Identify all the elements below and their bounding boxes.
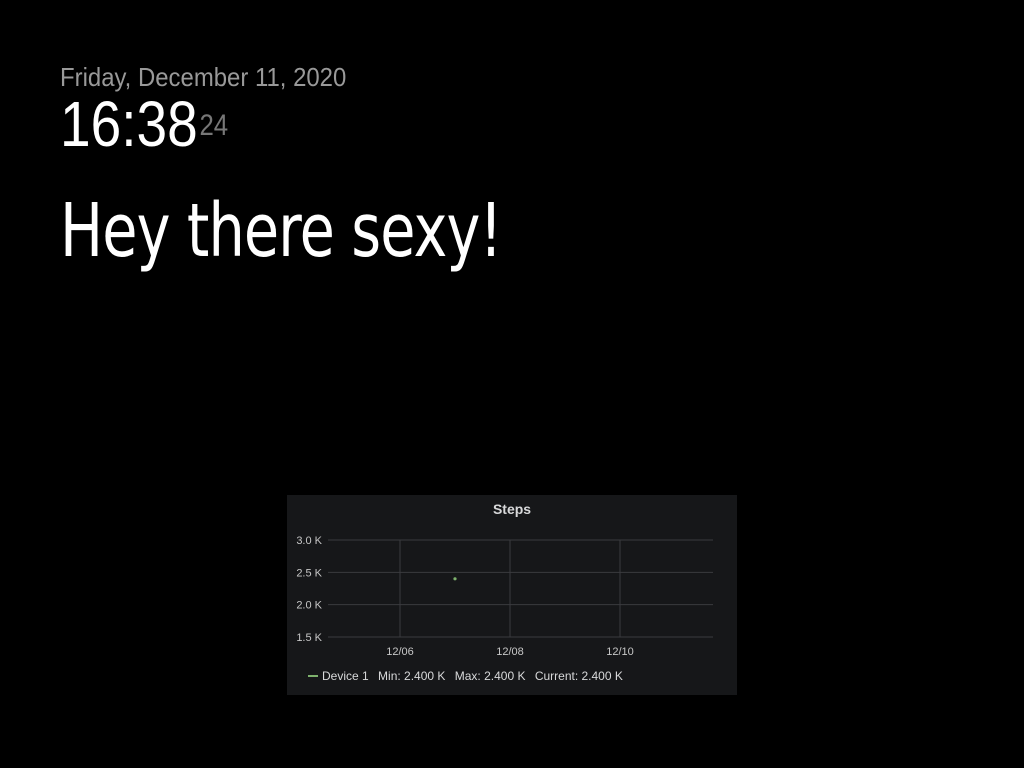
steps-chart: 3.0 K 2.5 K 2.0 K 1.5 K 12/06 12/08 12/10 [296, 535, 713, 658]
legend-current: Current: 2.400 K [534, 669, 623, 683]
steps-chart-panel: Steps 3.0 K 2.5 K 2.0 K 1.5 K 12/06 12/08 12/1… [287, 495, 737, 695]
legend-series-name: Device 1 [322, 669, 369, 683]
chart-legend: Device 1 Min: 2.400 K Max: 2.400 K Curre… [308, 669, 623, 683]
legend-max: Max: 2.400 K [454, 669, 526, 683]
data-point [453, 577, 457, 581]
y-tick-label: 3.0 K [296, 535, 322, 547]
x-tick-label: 12/10 [606, 646, 634, 658]
time-label: 16:38 [60, 88, 198, 160]
legend-min: Min: 2.400 K [378, 669, 446, 683]
compliment-text: Hey there sexy! [60, 188, 502, 274]
x-tick-label: 12/06 [386, 646, 414, 658]
time-display: 16:3824 [60, 92, 328, 156]
y-tick-label: 2.5 K [296, 567, 322, 579]
y-tick-label: 1.5 K [296, 632, 322, 644]
legend-swatch [308, 674, 318, 677]
x-tick-label: 12/08 [496, 646, 524, 658]
seconds-label: 24 [199, 109, 229, 142]
clock-module: Friday, December 11, 2020 16:3824 [60, 60, 371, 156]
y-tick-label: 2.0 K [296, 600, 322, 612]
